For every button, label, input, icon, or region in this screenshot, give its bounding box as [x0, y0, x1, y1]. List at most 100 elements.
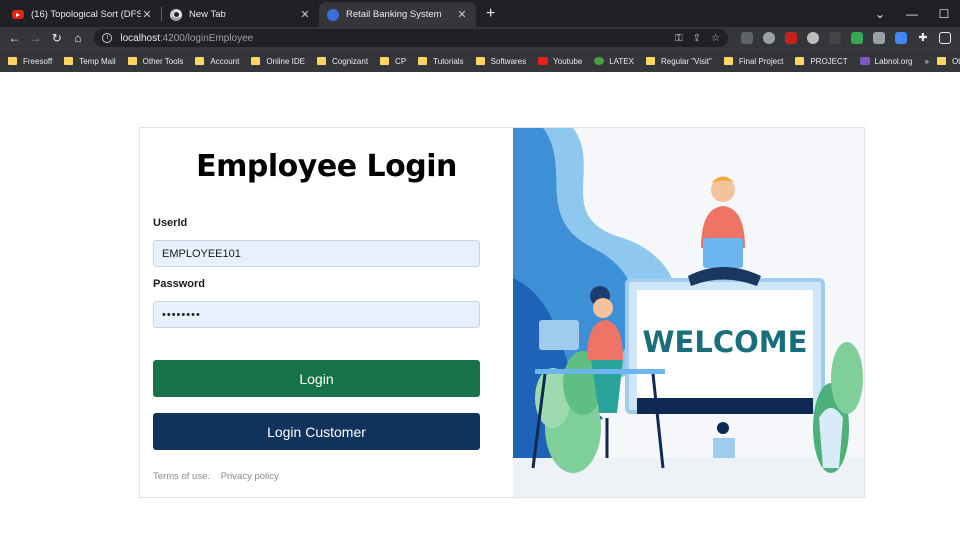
bookmark-label: PROJECT: [810, 56, 848, 66]
password-field[interactable]: [153, 301, 480, 328]
close-icon[interactable]: ✕: [141, 8, 153, 21]
browser-toolbar: ← → ↻ ⌂ i localhost :4200/loginEmployee …: [0, 27, 960, 49]
terms-link[interactable]: Terms of use.: [153, 471, 210, 482]
key-icon[interactable]: ⚿: [675, 33, 683, 44]
bookmark-label: Temp Mail: [79, 56, 116, 66]
login-customer-button[interactable]: Login Customer: [153, 413, 480, 450]
tab-title: (16) Topological Sort (DFS) - YouT: [31, 9, 141, 20]
labnol-icon: [859, 57, 870, 65]
folder-icon: [317, 57, 327, 65]
puzzle-icon[interactable]: ✚: [917, 32, 929, 44]
chrome-icon: [170, 8, 182, 21]
close-icon[interactable]: ✕: [456, 8, 468, 21]
bank-icon: [327, 8, 339, 21]
ublock-icon[interactable]: [784, 32, 797, 44]
bookmark-item[interactable]: CP: [380, 57, 406, 66]
reload-icon[interactable]: ↻: [46, 31, 67, 45]
woman-face: [593, 298, 613, 318]
bookmarks-overflow-button[interactable]: »: [924, 57, 928, 66]
bookmark-item[interactable]: Regular "Visit": [645, 56, 712, 66]
tab-new-tab[interactable]: New Tab ✕: [162, 2, 319, 27]
extension-icon[interactable]: [828, 32, 841, 44]
minimize-icon[interactable]: —: [896, 7, 928, 21]
window-controls: ⌄ — ☐: [864, 0, 960, 27]
bookmark-item[interactable]: Youtube: [538, 57, 582, 66]
bookmark-label: Regular "Visit": [660, 56, 712, 66]
extension-icon[interactable]: [740, 32, 753, 44]
bookmark-item[interactable]: PROJECT: [795, 56, 848, 66]
share-icon[interactable]: ⇪: [693, 33, 701, 44]
bookmark-label: Freesoff: [23, 56, 53, 66]
close-icon[interactable]: ✕: [299, 8, 311, 21]
extension-icon[interactable]: [806, 32, 819, 44]
tab-title: New Tab: [189, 9, 226, 20]
userid-field[interactable]: [153, 240, 480, 267]
folder-icon: [723, 57, 733, 65]
star-icon[interactable]: ☆: [711, 33, 720, 44]
extension-icon[interactable]: [762, 32, 775, 44]
home-icon[interactable]: ⌂: [67, 31, 88, 45]
overleaf-icon: [594, 57, 605, 65]
site-info-icon[interactable]: i: [102, 33, 113, 43]
login-card: Employee Login UserId Password Login Log…: [139, 127, 865, 498]
bookmark-item[interactable]: LATEX: [594, 57, 634, 66]
tab-strip: (16) Topological Sort (DFS) - YouT ✕ New…: [0, 0, 960, 27]
url-path: :4200/loginEmployee: [159, 32, 254, 44]
bookmark-item[interactable]: Online IDE: [251, 57, 305, 66]
desk: [535, 369, 665, 374]
bookmarks-bar: Freesoff Temp Mail Other Tools Account Onlin…: [0, 49, 960, 72]
tab-youtube[interactable]: (16) Topological Sort (DFS) - YouT ✕: [4, 2, 161, 27]
folder-icon: [127, 57, 137, 65]
maximize-icon[interactable]: ☐: [928, 7, 960, 21]
bookmark-item[interactable]: Cognizant: [317, 57, 368, 66]
address-bar[interactable]: i localhost :4200/loginEmployee ⚿ ⇪ ☆: [94, 29, 728, 47]
forward-icon[interactable]: →: [25, 31, 46, 45]
password-label: Password: [153, 278, 205, 290]
userid-label: UserId: [153, 217, 188, 229]
monitor-stand: [713, 438, 735, 458]
bookmark-item[interactable]: Account: [195, 57, 239, 66]
tab-retail-banking[interactable]: Retail Banking System ✕: [319, 2, 476, 27]
other-bookmarks[interactable]: Other: [936, 56, 960, 66]
bookmark-label: LATEX: [609, 56, 634, 66]
bookmark-item[interactable]: Softwares: [475, 56, 527, 66]
folder-icon: [195, 57, 205, 65]
chevron-down-icon[interactable]: ⌄: [864, 7, 896, 21]
back-icon[interactable]: ←: [4, 31, 25, 45]
bookmark-item[interactable]: Freesoff: [8, 57, 52, 66]
bookmark-label: Labnol.org: [874, 56, 913, 66]
privacy-link[interactable]: Privacy policy: [221, 471, 279, 482]
new-tab-button[interactable]: +: [486, 5, 495, 23]
youtube-icon: [12, 10, 24, 19]
vase: [819, 408, 843, 468]
folder-icon: [8, 57, 17, 65]
bookmark-label: Youtube: [553, 56, 583, 66]
bookmark-label: Softwares: [490, 56, 527, 66]
bookmark-item[interactable]: Labnol.org: [859, 56, 913, 66]
youtube-icon: [538, 57, 549, 65]
bookmark-item[interactable]: Final Project: [723, 57, 783, 66]
plant-leaf: [831, 342, 863, 414]
bookmark-item[interactable]: Temp Mail: [64, 56, 116, 66]
extension-icon[interactable]: [872, 32, 885, 44]
browser-chrome: (16) Topological Sort (DFS) - YouT ✕ New…: [0, 0, 960, 72]
bookmark-label: Tutorials: [433, 56, 464, 66]
page-title: Employee Login: [196, 149, 457, 184]
welcome-illustration: WELCOME: [513, 128, 864, 497]
folder-icon: [418, 57, 428, 65]
bookmark-label: Other: [951, 56, 960, 66]
desk-monitor: [539, 320, 579, 350]
folder-icon: [251, 57, 261, 65]
folder-icon: [936, 57, 946, 65]
bookmark-label: Other Tools: [142, 56, 184, 66]
bookmark-item[interactable]: Tutorials: [418, 56, 464, 66]
bookmark-item[interactable]: Other Tools: [127, 56, 184, 66]
extension-icon[interactable]: [850, 32, 863, 44]
monitor-button: [717, 422, 729, 434]
url-host: localhost: [120, 32, 160, 44]
sidebar-icon[interactable]: [938, 32, 951, 44]
footer-links: Terms of use. Privacy policy: [153, 471, 287, 482]
folder-icon: [380, 57, 390, 65]
extension-icon[interactable]: [894, 32, 907, 44]
login-button[interactable]: Login: [153, 360, 480, 397]
